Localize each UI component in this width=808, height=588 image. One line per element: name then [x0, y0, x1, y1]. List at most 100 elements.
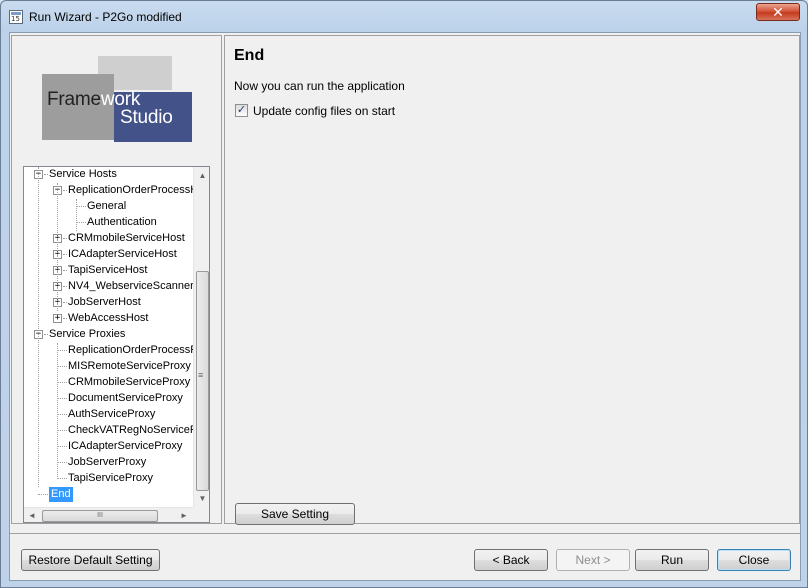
- tree-horizontal-scrollbar[interactable]: ◄ III ►: [24, 507, 193, 522]
- tree-item-label[interactable]: TapiServiceProxy: [68, 471, 153, 486]
- restore-default-button[interactable]: Restore Default Setting: [21, 549, 160, 571]
- scroll-left-arrow-icon[interactable]: ◄: [24, 508, 40, 522]
- navigation-panel: Framework Studio − Service Hosts − Replicat…: [11, 35, 222, 524]
- update-config-label[interactable]: Update config files on start: [253, 104, 395, 118]
- tree-item-label[interactable]: ICAdapterServiceHost: [68, 247, 177, 262]
- tree-connector: [57, 414, 67, 415]
- tree-item[interactable]: DocumentServiceProxy: [24, 391, 193, 407]
- horizontal-scroll-thumb[interactable]: III: [42, 510, 158, 522]
- tree-guide-line: [57, 343, 58, 479]
- tree-item[interactable]: + WebAccessHost: [24, 311, 193, 327]
- scrollbar-corner: [193, 507, 209, 522]
- tree-item-label[interactable]: NV4_WebserviceScanner: [68, 279, 193, 294]
- scroll-down-arrow-icon[interactable]: ▼: [194, 490, 209, 507]
- tree-connector: [63, 302, 67, 303]
- tree-connector: [63, 286, 67, 287]
- scroll-right-arrow-icon[interactable]: ►: [176, 508, 192, 522]
- tree-item[interactable]: ICAdapterServiceProxy: [24, 439, 193, 455]
- tree-item[interactable]: − Service Hosts: [24, 167, 193, 183]
- tree-connector: [63, 318, 67, 319]
- tree-item[interactable]: CheckVATRegNoServiceF: [24, 423, 193, 439]
- tree-item[interactable]: − ReplicationOrderProcessH: [24, 183, 193, 199]
- tree-item-label[interactable]: End: [49, 487, 73, 502]
- tree-connector: [57, 446, 67, 447]
- tree-guide-line: [76, 199, 77, 231]
- run-button[interactable]: Run: [635, 549, 709, 571]
- tree-item-label[interactable]: Service Hosts: [49, 167, 117, 182]
- expand-icon[interactable]: +: [53, 314, 62, 323]
- tree-connector: [57, 366, 67, 367]
- page-title: End: [234, 47, 265, 64]
- save-setting-button[interactable]: Save Setting: [235, 503, 355, 525]
- tree-item-label[interactable]: Service Proxies: [49, 327, 125, 342]
- tree-connector: [63, 238, 67, 239]
- tree-viewport: − Service Hosts − ReplicationOrderProcessH G…: [24, 167, 193, 507]
- tree-connector: [76, 222, 86, 223]
- tree-item-label[interactable]: AuthServiceProxy: [68, 407, 155, 422]
- tree-item-label[interactable]: DocumentServiceProxy: [68, 391, 183, 406]
- tree-item[interactable]: JobServerProxy: [24, 455, 193, 471]
- tree-item-label[interactable]: TapiServiceHost: [68, 263, 147, 278]
- update-config-checkbox[interactable]: ✓: [235, 104, 248, 117]
- tree-connector: [57, 430, 67, 431]
- step-content-panel: End Now you can run the application ✓ Up…: [224, 35, 800, 525]
- tree-connector: [44, 334, 48, 335]
- tree-item-label[interactable]: JobServerHost: [68, 295, 141, 310]
- tree-connector: [44, 174, 48, 175]
- wizard-steps-tree[interactable]: − Service Hosts − ReplicationOrderProcessH G…: [23, 166, 210, 523]
- tree-guide-line: [38, 167, 39, 487]
- app-icon: [9, 10, 23, 24]
- tree-connector: [57, 478, 67, 479]
- wizard-footer: Restore Default Setting < Back Next > Ru…: [10, 536, 800, 580]
- tree-vertical-scrollbar[interactable]: ▲ ≡ ▼: [193, 167, 209, 507]
- tree-item-label[interactable]: CheckVATRegNoServiceF: [68, 423, 193, 438]
- tree-item-label[interactable]: Authentication: [87, 215, 157, 230]
- footer-divider: [10, 533, 800, 534]
- tree-item[interactable]: Authentication: [24, 215, 193, 231]
- framework-studio-logo: Framework Studio: [12, 36, 221, 162]
- run-wizard-window: Run Wizard - P2Go modified ✕ Framework S…: [0, 0, 808, 588]
- tree-item-selected[interactable]: End: [24, 487, 193, 503]
- tree-item-label[interactable]: ReplicationOrderProcessH: [68, 183, 193, 198]
- tree-connector: [57, 382, 67, 383]
- tree-item[interactable]: + TapiServiceHost: [24, 263, 193, 279]
- tree-item-label[interactable]: ICAdapterServiceProxy: [68, 439, 182, 454]
- close-button[interactable]: Close: [717, 549, 791, 571]
- tree-connector: [76, 206, 86, 207]
- next-button[interactable]: Next >: [556, 549, 630, 571]
- tree-item[interactable]: + NV4_WebserviceScanner: [24, 279, 193, 295]
- tree-connector: [63, 270, 67, 271]
- vertical-scroll-thumb[interactable]: [196, 271, 209, 491]
- tree-item-label[interactable]: CRMmobileServiceHost: [68, 231, 185, 246]
- tree-item[interactable]: CRMmobileServiceProxy: [24, 375, 193, 391]
- logo-text-studio: Studio: [120, 107, 173, 128]
- tree-item[interactable]: ReplicationOrderProcessPr: [24, 343, 193, 359]
- tree-item-label[interactable]: CRMmobileServiceProxy: [68, 375, 190, 390]
- vertical-grip-icon: ≡: [198, 370, 204, 380]
- title-bar[interactable]: Run Wizard - P2Go modified ✕: [1, 1, 807, 33]
- tree-item[interactable]: + ICAdapterServiceHost: [24, 247, 193, 263]
- back-button[interactable]: < Back: [474, 549, 548, 571]
- tree-item-label[interactable]: ReplicationOrderProcessPr: [68, 343, 193, 358]
- tree-connector: [57, 350, 67, 351]
- tree-connector: [63, 254, 67, 255]
- scroll-up-arrow-icon[interactable]: ▲: [194, 167, 209, 184]
- tree-item-label[interactable]: MISRemoteServiceProxy: [68, 359, 191, 374]
- tree-item[interactable]: MISRemoteServiceProxy: [24, 359, 193, 375]
- page-description: Now you can run the application: [234, 79, 405, 93]
- tree-item[interactable]: − Service Proxies: [24, 327, 193, 343]
- tree-connector: [57, 462, 67, 463]
- wizard-client-area: Framework Studio − Service Hosts − Replicat…: [9, 32, 801, 581]
- tree-item-label[interactable]: General: [87, 199, 126, 214]
- tree-item-label[interactable]: WebAccessHost: [68, 311, 149, 326]
- tree-connector: [63, 190, 67, 191]
- tree-item[interactable]: General: [24, 199, 193, 215]
- tree-item[interactable]: + JobServerHost: [24, 295, 193, 311]
- tree-item[interactable]: TapiServiceProxy: [24, 471, 193, 487]
- tree-connector: [57, 398, 67, 399]
- tree-item-label[interactable]: JobServerProxy: [68, 455, 146, 470]
- tree-item[interactable]: AuthServiceProxy: [24, 407, 193, 423]
- tree-item[interactable]: + CRMmobileServiceHost: [24, 231, 193, 247]
- window-title: Run Wizard - P2Go modified: [29, 10, 182, 24]
- window-close-button[interactable]: ✕: [756, 3, 800, 21]
